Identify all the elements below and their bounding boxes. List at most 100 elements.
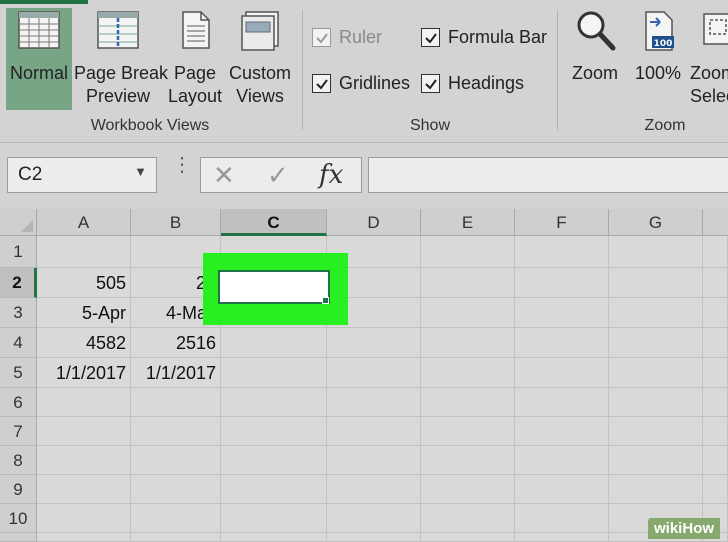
cell-h6[interactable] [703, 388, 728, 417]
cell-a7[interactable] [37, 417, 131, 446]
row-header-8[interactable]: 8 [0, 446, 37, 475]
cell-d10[interactable] [327, 504, 421, 533]
cell-c4[interactable] [221, 328, 327, 358]
zoom-button[interactable]: Zoom [566, 8, 624, 85]
row-header-5[interactable]: 5 [0, 358, 37, 388]
cell-g6[interactable] [609, 388, 703, 417]
cell-c6[interactable] [221, 388, 327, 417]
cell-a3[interactable]: 5-Apr [37, 298, 131, 328]
cell-d7[interactable] [327, 417, 421, 446]
column-header-g[interactable]: G [609, 209, 703, 236]
cell-f6[interactable] [515, 388, 609, 417]
cell-h5[interactable] [703, 358, 728, 388]
cell-a10[interactable] [37, 504, 131, 533]
normal-view-button[interactable]: Normal [6, 8, 72, 110]
cell-g7[interactable] [609, 417, 703, 446]
enter-icon[interactable]: ✓ [267, 160, 289, 191]
cell-c7[interactable] [221, 417, 327, 446]
column-header-a[interactable]: A [37, 209, 131, 236]
cell-e11[interactable] [421, 533, 515, 542]
cell-g3[interactable] [609, 298, 703, 328]
cell-f9[interactable] [515, 475, 609, 504]
row-header-3[interactable]: 3 [0, 298, 37, 328]
zoom-100-button[interactable]: 100 100% [630, 8, 686, 85]
cell-e8[interactable] [421, 446, 515, 475]
headings-checkbox[interactable]: Headings [421, 73, 524, 94]
cell-c5[interactable] [221, 358, 327, 388]
cell-b5[interactable]: 1/1/2017 [131, 358, 221, 388]
cell-d5[interactable] [327, 358, 421, 388]
custom-views-button[interactable]: Custom Views [226, 8, 294, 108]
row-header-9[interactable]: 9 [0, 475, 37, 504]
row-header-1[interactable]: 1 [0, 236, 37, 268]
cell-e4[interactable] [421, 328, 515, 358]
cell-b10[interactable] [131, 504, 221, 533]
cell-h8[interactable] [703, 446, 728, 475]
cell-c10[interactable] [221, 504, 327, 533]
cell-h2[interactable] [703, 268, 728, 298]
zoom-to-selection-button[interactable]: Zoom Selec [690, 8, 728, 108]
cell-b6[interactable] [131, 388, 221, 417]
column-header-e[interactable]: E [421, 209, 515, 236]
cell-a6[interactable] [37, 388, 131, 417]
cell-a5[interactable]: 1/1/2017 [37, 358, 131, 388]
cell-d8[interactable] [327, 446, 421, 475]
cell-d4[interactable] [327, 328, 421, 358]
active-cell-c2[interactable] [218, 270, 330, 304]
cell-f10[interactable] [515, 504, 609, 533]
column-header-d[interactable]: D [327, 209, 421, 236]
cell-b7[interactable] [131, 417, 221, 446]
cell-h9[interactable] [703, 475, 728, 504]
row-header-10[interactable]: 10 [0, 504, 37, 533]
cell-g8[interactable] [609, 446, 703, 475]
cell-g1[interactable] [609, 236, 703, 268]
cell-e3[interactable] [421, 298, 515, 328]
cell-b8[interactable] [131, 446, 221, 475]
cell-c11[interactable] [221, 533, 327, 542]
cell-h7[interactable] [703, 417, 728, 446]
select-all-button[interactable] [0, 209, 37, 236]
more-options-icon[interactable]: ⋮ [172, 155, 192, 175]
name-box[interactable]: C2 ▼ [7, 157, 157, 193]
cell-f11[interactable] [515, 533, 609, 542]
cell-a8[interactable] [37, 446, 131, 475]
cell-d6[interactable] [327, 388, 421, 417]
cell-b4[interactable]: 2516 [131, 328, 221, 358]
row-header-2[interactable]: 2 [0, 268, 37, 298]
row-header-6[interactable]: 6 [0, 388, 37, 417]
cell-c8[interactable] [221, 446, 327, 475]
formula-bar-checkbox[interactable]: Formula Bar [421, 27, 547, 48]
cell-f2[interactable] [515, 268, 609, 298]
cancel-icon[interactable]: ✕ [213, 160, 235, 191]
cell-e6[interactable] [421, 388, 515, 417]
cell-g4[interactable] [609, 328, 703, 358]
column-header-f[interactable]: F [515, 209, 609, 236]
cell-e10[interactable] [421, 504, 515, 533]
cell-g9[interactable] [609, 475, 703, 504]
cell-h4[interactable] [703, 328, 728, 358]
column-header-b[interactable]: B [131, 209, 221, 236]
page-break-preview-button[interactable]: Page Break Preview [74, 8, 168, 108]
page-layout-button[interactable]: Page Layout [166, 8, 224, 108]
cell-g5[interactable] [609, 358, 703, 388]
cell-f5[interactable] [515, 358, 609, 388]
cell-f1[interactable] [515, 236, 609, 268]
cell-a9[interactable] [37, 475, 131, 504]
row-header-7[interactable]: 7 [0, 417, 37, 446]
formula-input[interactable] [368, 157, 728, 193]
cell-b11[interactable] [131, 533, 221, 542]
cell-e7[interactable] [421, 417, 515, 446]
cell-a2[interactable]: 505 [37, 268, 131, 298]
cell-d11[interactable] [327, 533, 421, 542]
ruler-checkbox[interactable]: Ruler [312, 27, 382, 48]
cell-a1[interactable] [37, 236, 131, 268]
gridlines-checkbox[interactable]: Gridlines [312, 73, 410, 94]
cell-f7[interactable] [515, 417, 609, 446]
cell-e9[interactable] [421, 475, 515, 504]
column-header-h[interactable] [703, 209, 728, 236]
cell-e2[interactable] [421, 268, 515, 298]
fill-handle[interactable] [322, 297, 329, 304]
cell-h3[interactable] [703, 298, 728, 328]
cell-a11[interactable] [37, 533, 131, 542]
insert-function-icon[interactable]: fx [319, 160, 343, 190]
